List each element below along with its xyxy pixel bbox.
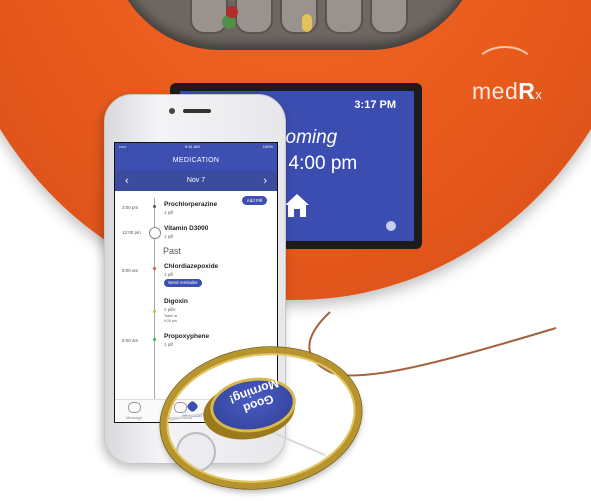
product-scene: medRx 3:17 PM coming t 4:00 pm ••••• 9:4… — [0, 0, 591, 501]
